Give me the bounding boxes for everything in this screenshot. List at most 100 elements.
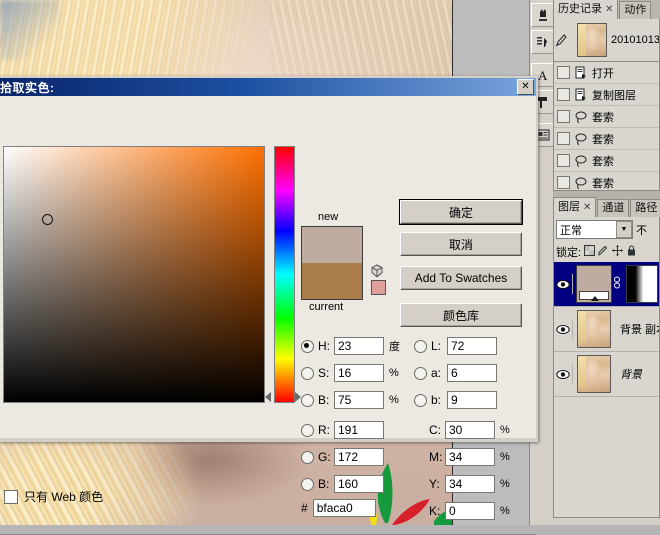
- history-item-lasso-3[interactable]: 套索: [554, 150, 659, 172]
- saturation-input[interactable]: 16: [334, 364, 384, 382]
- blend-mode-row[interactable]: 正常 ▼ 不: [554, 217, 659, 242]
- blend-mode-select[interactable]: 正常 ▼: [556, 220, 633, 239]
- layer-thumbnail-photo[interactable]: [577, 310, 611, 348]
- color-preview-swatch[interactable]: [301, 226, 363, 300]
- red-input[interactable]: 191: [334, 421, 384, 439]
- checkbox-box[interactable]: [4, 490, 18, 504]
- radio-red[interactable]: [301, 424, 314, 437]
- history-item-open[interactable]: 打开: [554, 62, 659, 84]
- current-color-swatch[interactable]: [302, 263, 362, 299]
- tab-layers-close-icon[interactable]: ✕: [583, 202, 591, 213]
- field-lab-l[interactable]: L: 72: [414, 337, 497, 355]
- hue-slider[interactable]: [274, 146, 295, 403]
- radio-hue[interactable]: [301, 340, 314, 353]
- blue-input[interactable]: 160: [334, 475, 384, 493]
- dialog-title-bar[interactable]: 拾取实色: ✕: [0, 78, 536, 96]
- history-item-lasso-1[interactable]: 套索: [554, 106, 659, 128]
- field-brightness[interactable]: B: 75 %: [301, 391, 399, 409]
- field-hue[interactable]: H: 23 度: [301, 337, 400, 355]
- history-item-duplicate-layer[interactable]: 复制图层: [554, 84, 659, 106]
- lab-a-input[interactable]: 6: [447, 364, 497, 382]
- brightness-input[interactable]: 75: [334, 391, 384, 409]
- layers-panel-body[interactable]: 正常 ▼ 不 锁定:: [553, 217, 660, 518]
- color-picker-dialog[interactable]: 拾取实色: ✕ new current 确定 取消 Add: [0, 76, 538, 442]
- hue-input[interactable]: 23: [334, 337, 384, 355]
- layer-visibility-icon[interactable]: [554, 274, 573, 294]
- field-magenta[interactable]: M: 34 %: [429, 448, 510, 466]
- tab-history-close-icon[interactable]: ✕: [605, 4, 613, 15]
- new-color-swatch[interactable]: [302, 227, 362, 263]
- field-red[interactable]: R: 191: [301, 421, 384, 439]
- magenta-input[interactable]: 34: [445, 448, 495, 466]
- not-web-safe-icon[interactable]: [371, 280, 386, 295]
- ok-button[interactable]: 确定: [400, 200, 522, 224]
- layer-link-icon[interactable]: [613, 276, 621, 293]
- history-source-checkbox[interactable]: [557, 88, 570, 101]
- brush-presets-icon[interactable]: [531, 3, 555, 27]
- field-blue[interactable]: B: 160: [301, 475, 384, 493]
- lock-all-icon[interactable]: [626, 245, 637, 259]
- color-libraries-button[interactable]: 颜色库: [400, 303, 522, 327]
- out-of-gamut-icon[interactable]: [370, 264, 384, 278]
- history-item-lasso-4[interactable]: 套索: [554, 172, 659, 191]
- sv-marker-circle[interactable]: [42, 214, 53, 225]
- tab-paths[interactable]: 路径: [630, 199, 660, 217]
- field-lab-b[interactable]: b: 9: [414, 391, 497, 409]
- field-lab-a[interactable]: a: 6: [414, 364, 497, 382]
- tool-presets-icon[interactable]: [531, 30, 555, 54]
- tab-actions[interactable]: 动作: [619, 1, 651, 19]
- saturation-brightness-field[interactable]: [3, 146, 265, 403]
- radio-green[interactable]: [301, 451, 314, 464]
- field-cyan[interactable]: C: 30 %: [429, 421, 510, 439]
- layer-visibility-icon[interactable]: [554, 319, 573, 339]
- add-to-swatches-button[interactable]: Add To Swatches: [400, 266, 522, 290]
- hex-row[interactable]: # bfaca0: [301, 499, 376, 517]
- lab-l-input[interactable]: 72: [447, 337, 497, 355]
- history-source-checkbox[interactable]: [557, 154, 570, 167]
- black-input[interactable]: 0: [445, 502, 495, 520]
- field-yellow[interactable]: Y: 34 %: [429, 475, 510, 493]
- layer-thumbnail-photo[interactable]: [577, 355, 611, 393]
- layer-mask-thumbnail[interactable]: [626, 265, 658, 303]
- radio-lab-l[interactable]: [414, 340, 427, 353]
- lab-b-input[interactable]: 9: [447, 391, 497, 409]
- tab-history[interactable]: 历史记录✕: [553, 0, 618, 19]
- history-source-checkbox[interactable]: [557, 176, 570, 189]
- field-black[interactable]: K: 0 %: [429, 502, 510, 520]
- history-source-checkbox[interactable]: [557, 132, 570, 145]
- lock-transparency-icon[interactable]: [584, 245, 595, 259]
- history-item-lasso-2[interactable]: 套索: [554, 128, 659, 150]
- hex-input[interactable]: bfaca0: [313, 499, 376, 517]
- history-source-checkbox[interactable]: [557, 66, 570, 79]
- green-input[interactable]: 172: [334, 448, 384, 466]
- yellow-input[interactable]: 34: [445, 475, 495, 493]
- lock-image-icon[interactable]: [598, 245, 609, 259]
- layer-row-background[interactable]: 背景: [554, 352, 659, 397]
- tab-channels[interactable]: 通道: [597, 199, 629, 217]
- layer-row-background-copy[interactable]: 背景 副本: [554, 307, 659, 352]
- layer-visibility-icon[interactable]: [554, 364, 573, 384]
- field-saturation[interactable]: S: 16 %: [301, 364, 399, 382]
- layers-panel-tabs[interactable]: 图层✕ 通道 路径: [553, 198, 660, 217]
- hue-marker-left-icon[interactable]: [265, 392, 271, 402]
- close-icon[interactable]: ✕: [517, 79, 534, 95]
- cyan-input[interactable]: 30: [445, 421, 495, 439]
- history-panel-body[interactable]: 20101013. 打开 复制图层 套索: [553, 19, 660, 191]
- history-brush-icon[interactable]: [554, 32, 570, 48]
- radio-lab-b[interactable]: [414, 394, 427, 407]
- history-panel-tabs[interactable]: 历史记录✕ 动作: [553, 0, 660, 19]
- layer-thumbnail-solid[interactable]: [576, 265, 612, 303]
- chevron-down-icon[interactable]: ▼: [616, 221, 632, 238]
- tab-layers[interactable]: 图层✕: [553, 197, 596, 217]
- radio-lab-a[interactable]: [414, 367, 427, 380]
- lock-position-icon[interactable]: [612, 245, 623, 259]
- history-source-checkbox[interactable]: [557, 110, 570, 123]
- history-snapshot-row[interactable]: 20101013.: [554, 19, 659, 62]
- web-colors-only-checkbox[interactable]: 只有 Web 颜色: [4, 488, 103, 505]
- radio-brightness[interactable]: [301, 394, 314, 407]
- cancel-button[interactable]: 取消: [400, 232, 522, 256]
- radio-saturation[interactable]: [301, 367, 314, 380]
- field-green[interactable]: G: 172: [301, 448, 384, 466]
- radio-blue[interactable]: [301, 478, 314, 491]
- layer-row-solid-fill[interactable]: [554, 262, 659, 307]
